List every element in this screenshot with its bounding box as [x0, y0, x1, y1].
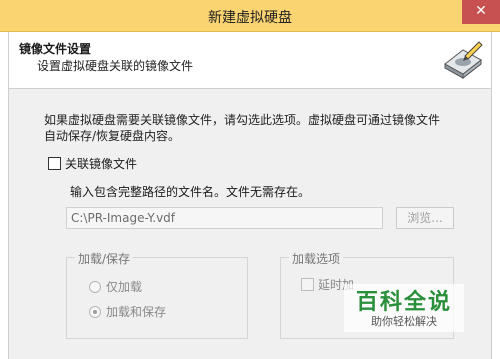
description: 如果虚拟硬盘需要关联镜像文件，请勾选此选项。虚拟硬盘可通过镜像文件 自动保存/恢…: [44, 112, 464, 144]
window-title: 新建虚拟硬盘: [208, 10, 292, 26]
close-button[interactable]: ✕: [462, 0, 500, 24]
watermark: 百科全说 助你轻松解决: [344, 284, 464, 332]
associate-image-checkbox[interactable]: [48, 157, 61, 170]
description-line-1: 如果虚拟硬盘需要关联镜像文件，请勾选此选项。虚拟硬盘可通过镜像文件: [44, 113, 441, 127]
description-line-2: 自动保存/恢复硬盘内容。: [44, 129, 181, 143]
load-options-group-label: 加载选项: [289, 250, 344, 267]
wizard-header: 镜像文件设置 设置虚拟硬盘关联的镜像文件: [8, 32, 492, 88]
radio-load-and-save[interactable]: 加载和保存: [89, 303, 166, 320]
load-save-group: 加载/保存 仅加载 加载和保存: [66, 250, 248, 339]
disk-image-icon: [441, 40, 483, 80]
delay-load-checkbox[interactable]: [301, 278, 314, 291]
radio-load-and-save-button[interactable]: [89, 305, 101, 318]
load-save-group-label: 加载/保存: [75, 250, 134, 267]
radio-load-only-button[interactable]: [89, 280, 101, 293]
radio-load-only[interactable]: 仅加载: [89, 278, 142, 295]
header-subtitle: 设置虚拟硬盘关联的镜像文件: [37, 59, 194, 73]
radio-load-and-save-label[interactable]: 加载和保存: [106, 303, 166, 320]
watermark-subtitle: 助你轻松解决: [371, 315, 437, 328]
associate-image-checkbox-row[interactable]: 关联镜像文件: [48, 155, 137, 172]
path-hint: 输入包含完整路径的文件名。文件无需存在。: [70, 185, 311, 199]
watermark-title: 百科全说: [355, 290, 452, 315]
image-path-input[interactable]: C:\PR-Image-Y.vdf: [66, 207, 383, 229]
radio-load-only-label[interactable]: 仅加载: [106, 278, 142, 295]
close-icon: ✕: [475, 3, 487, 19]
associate-image-label[interactable]: 关联镜像文件: [65, 155, 137, 172]
browse-button[interactable]: 浏览...: [396, 207, 454, 229]
header-title: 镜像文件设置: [19, 42, 92, 56]
title-bar: 新建虚拟硬盘 ✕: [0, 0, 500, 32]
